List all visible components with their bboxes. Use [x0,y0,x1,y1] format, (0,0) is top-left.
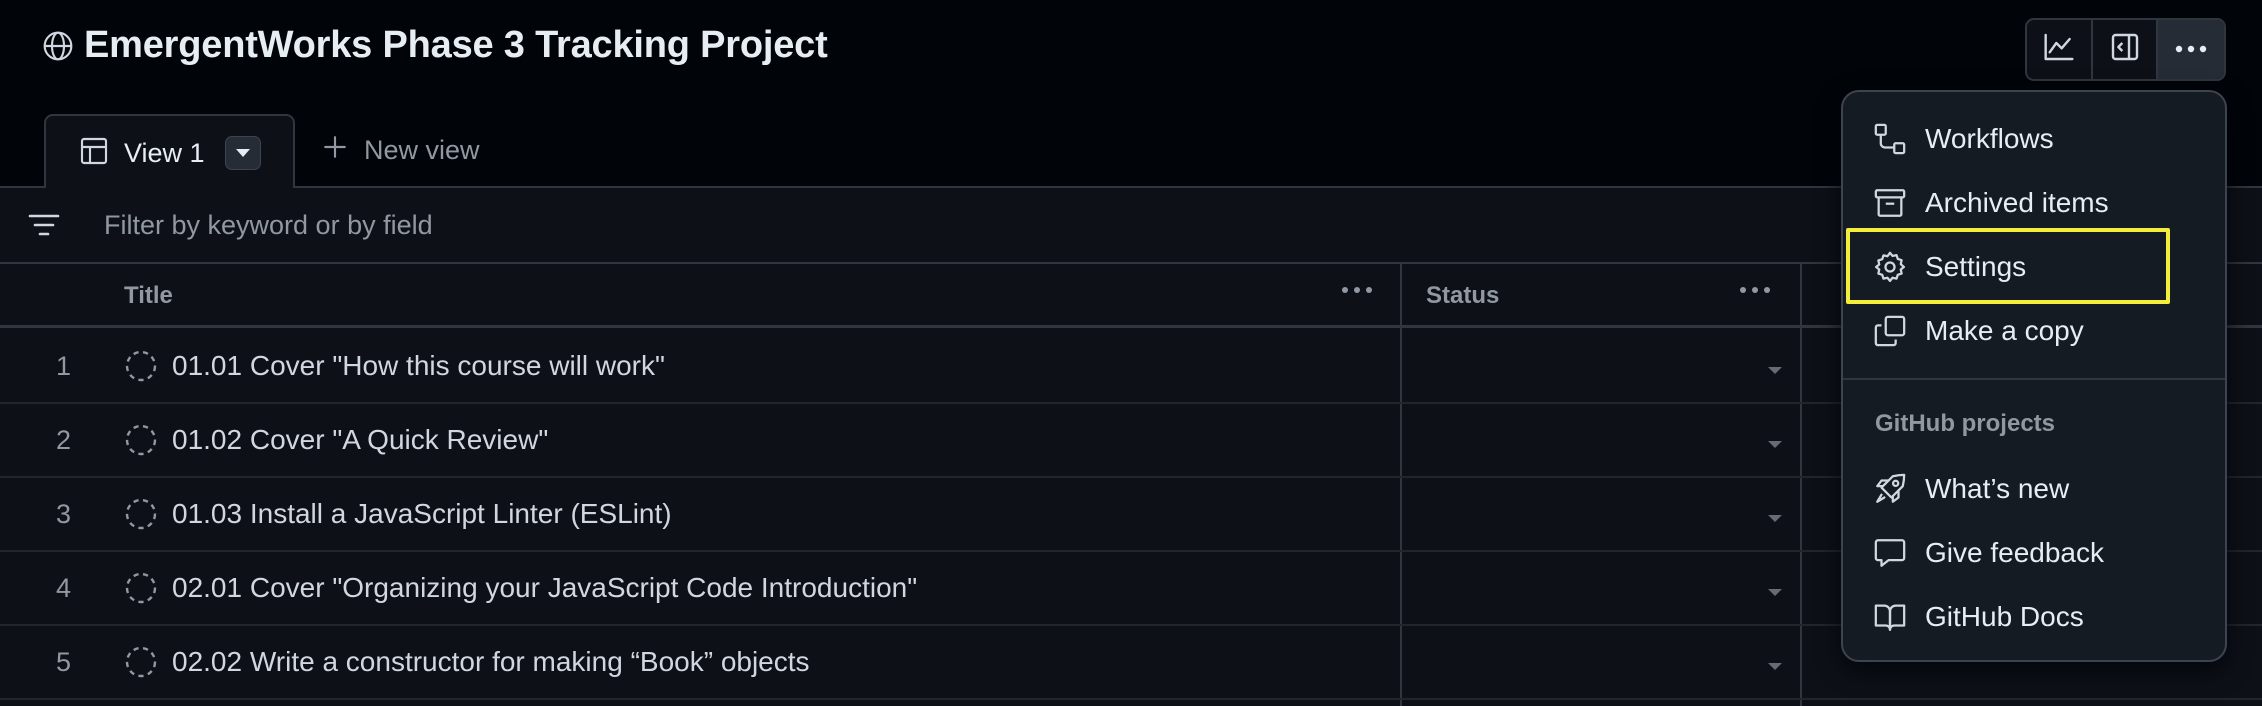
status-dropdown-icon[interactable] [1768,584,1782,602]
menu-item-archived-items[interactable]: Archived items [1843,172,2225,234]
row-title[interactable]: 01.03 Install a JavaScript Linter (ESLin… [172,498,672,530]
graph-icon [2043,31,2075,68]
more-options-button[interactable] [2158,20,2224,79]
menu-item-label: Workflows [1925,123,2054,154]
table-icon [78,135,110,172]
archive-icon [1873,186,1907,220]
menu-item-workflows[interactable]: Workflows [1843,108,2225,170]
column-status-menu-icon[interactable] [1738,282,1772,300]
gear-icon [1873,250,1907,284]
filter-icon[interactable] [28,212,60,245]
draft-issue-icon [124,497,158,531]
menu-item-make-a-copy[interactable]: Make a copy [1843,300,2225,362]
rocket-icon [1873,472,1907,506]
header-actions [2025,18,2226,81]
book-icon [1873,600,1907,634]
sidebar-expand-icon [2109,31,2141,68]
menu-item-label: Settings [1925,251,2027,282]
row-title[interactable]: 02.02 Write a constructor for making “Bo… [172,646,810,678]
menu-divider [1843,378,2225,380]
new-view-button[interactable]: New view [322,134,480,167]
project-options-menu: Workflows Archived items Settings Make a… [1841,90,2227,662]
new-view-label: New view [364,135,480,165]
menu-group-heading: GitHub projects [1875,410,2056,437]
copy-icon [1873,314,1907,348]
status-dropdown-icon[interactable] [1768,362,1782,380]
status-dropdown-icon[interactable] [1768,436,1782,454]
row-title[interactable]: 01.01 Cover "How this course will work" [172,350,665,382]
workflow-icon [1873,122,1907,156]
column-title-label: Title [124,282,173,309]
row-number: 3 [56,498,72,529]
draft-issue-icon [124,571,158,605]
column-header-title[interactable]: Title [124,264,1400,328]
row-number: 2 [56,424,72,455]
tab-label: View 1 [124,137,205,168]
draft-issue-icon [124,349,158,383]
project-header: EmergentWorks Phase 3 Tracking Project [0,0,2262,96]
row-number: 5 [56,646,72,677]
draft-issue-icon [124,645,158,679]
menu-item-label: Archived items [1925,187,2109,218]
column-title-menu-icon[interactable] [1340,282,1374,300]
view-options-button[interactable] [224,136,261,170]
row-title-cell[interactable]: 01.03 Install a JavaScript Linter (ESLin… [124,478,672,550]
status-dropdown-icon[interactable] [1768,658,1782,676]
menu-item-label: Give feedback [1925,537,2104,568]
menu-item-label: Make a copy [1925,315,2084,346]
toggle-side-panel-button[interactable] [2093,20,2159,79]
draft-issue-icon [124,423,158,457]
filter-input[interactable] [104,210,1304,241]
menu-item-settings[interactable]: Settings [1843,236,2225,298]
menu-item-label: What’s new [1925,473,2070,504]
insights-button[interactable] [2027,20,2093,79]
kebab-horizontal-icon [2174,41,2208,59]
tab-view-1[interactable]: View 1 [44,114,295,190]
row-title-cell[interactable]: 01.02 Cover "A Quick Review" [124,404,548,476]
row-title-cell[interactable]: 01.01 Cover "How this course will work" [124,330,665,402]
menu-item-github-docs[interactable]: GitHub Docs [1843,586,2225,648]
status-dropdown-icon[interactable] [1768,510,1782,528]
title-area: EmergentWorks Phase 3 Tracking Project [42,24,828,67]
page-title: EmergentWorks Phase 3 Tracking Project [84,24,828,66]
globe-icon [42,30,74,62]
menu-item-label: GitHub Docs [1925,601,2084,632]
row-title-cell[interactable]: 02.01 Cover "Organizing your JavaScript … [124,552,917,624]
row-number: 1 [56,350,72,381]
row-title[interactable]: 01.02 Cover "A Quick Review" [172,424,548,456]
column-header-status[interactable]: Status [1400,264,1800,328]
row-title[interactable]: 02.01 Cover "Organizing your JavaScript … [172,572,917,604]
plus-icon [322,134,348,167]
row-number: 4 [56,572,72,603]
menu-item-give-feedback[interactable]: Give feedback [1843,522,2225,584]
project-page: EmergentWorks Phase 3 Tracking Project V… [0,0,2262,706]
menu-item-whats-new[interactable]: What’s new [1843,458,2225,520]
row-title-cell[interactable]: 02.02 Write a constructor for making “Bo… [124,626,810,698]
column-status-label: Status [1426,282,1500,309]
triangle-down-icon [235,144,250,162]
comment-icon [1873,536,1907,570]
